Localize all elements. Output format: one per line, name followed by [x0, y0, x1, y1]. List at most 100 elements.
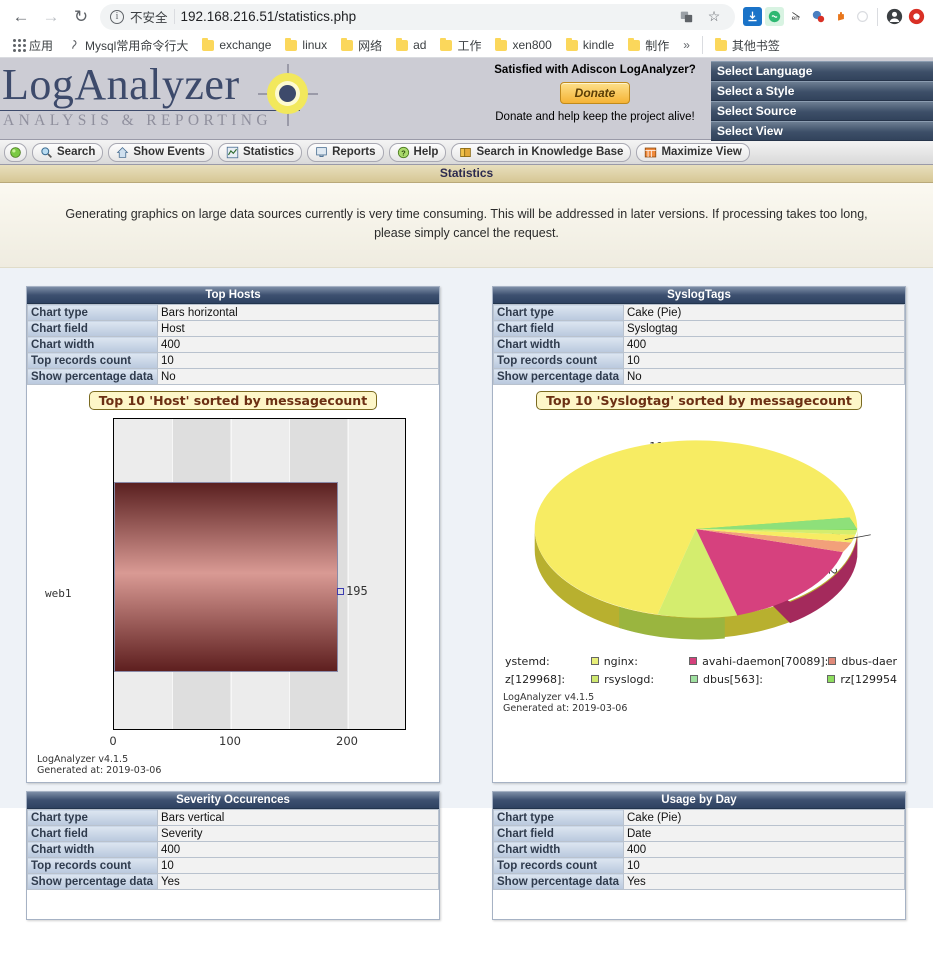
bookmark-item[interactable]: Mysql常用命令行大: [60, 35, 195, 56]
bar-chart-axes: [113, 418, 406, 730]
panel-top-hosts: Top Hosts Chart type Bars horizontal Cha…: [26, 286, 440, 783]
bookmark-item[interactable]: 工作: [433, 35, 488, 56]
chart-footer-version: LogAnalyzer v4.1.5: [37, 754, 129, 765]
prop-label-chart-type: Chart type: [493, 304, 624, 321]
bookmark-item[interactable]: 网络: [334, 35, 389, 56]
panel-properties-table: Chart type Cake (Pie) Chart field Date C…: [493, 809, 905, 890]
prop-label-show-percentage: Show percentage data: [493, 368, 624, 385]
legend-swatch-icon: [590, 657, 599, 665]
chart-footer: LogAnalyzer v4.1.5 Generated at: 2019-03…: [35, 750, 431, 778]
panel-title: Usage by Day: [493, 792, 905, 809]
folder-icon: [714, 37, 727, 51]
legend-item: ystemd:: [505, 655, 591, 668]
select-source-menu[interactable]: Select Source: [711, 101, 933, 121]
help-button[interactable]: ? Help: [388, 142, 447, 162]
prop-label-chart-width: Chart width: [27, 841, 158, 858]
maximize-view-button-label: Maximize View: [661, 146, 742, 158]
chrome-divider: [877, 7, 878, 26]
panel-properties-table: Chart type Bars horizontal Chart field H…: [27, 304, 439, 385]
help-circle-icon: ?: [397, 146, 409, 158]
statistics-button[interactable]: Statistics: [217, 142, 303, 162]
bookmark-item[interactable]: exchange: [195, 36, 278, 54]
panel-title: Severity Occurences: [27, 792, 439, 809]
folder-icon: [285, 37, 298, 51]
browser-chrome: ← → ↻ i 不安全 192.168.216.51/statistics.ph…: [0, 0, 933, 58]
legend-item: rsyslogd:: [591, 673, 690, 686]
show-events-button[interactable]: Show Events: [108, 142, 213, 162]
search-kb-button-label: Search in Knowledge Base: [476, 146, 624, 158]
prop-value-top-records: 10: [623, 352, 905, 369]
legend-swatch-icon: [827, 675, 836, 683]
prop-value-chart-width: 400: [623, 841, 905, 858]
bookmark-apps[interactable]: 应用: [6, 35, 60, 56]
statistics-content: Top Hosts Chart type Bars horizontal Cha…: [0, 268, 933, 920]
prop-label-chart-width: Chart width: [27, 336, 158, 353]
table-row: Top records count 10: [493, 857, 905, 874]
shield-green-icon[interactable]: [765, 7, 784, 26]
prop-value-top-records: 10: [623, 857, 905, 874]
folder-icon: [341, 37, 354, 51]
hand-orange-icon[interactable]: [831, 7, 850, 26]
other-bookmarks-button[interactable]: 其他书签: [708, 35, 787, 56]
select-language-menu[interactable]: Select Language: [711, 61, 933, 81]
select-view-menu[interactable]: Select View: [711, 121, 933, 141]
extension-icons: en: [741, 7, 872, 26]
legend-label: ystemd:: [505, 654, 550, 668]
search-button[interactable]: Search: [32, 142, 104, 162]
folder-icon: [202, 37, 215, 51]
bookmark-item[interactable]: linux: [278, 36, 334, 54]
chart-footer-version: LogAnalyzer v4.1.5: [503, 692, 595, 703]
reload-icon[interactable]: ↻: [66, 2, 96, 32]
star-icon[interactable]: ☆: [703, 6, 725, 28]
bookmark-item[interactable]: xen800: [488, 36, 558, 54]
prop-label-show-percentage: Show percentage data: [27, 368, 158, 385]
chrome-menu-icon[interactable]: [905, 6, 927, 28]
pie-chart-container: Top 10 'Syslogtag' sorted by messagecoun…: [493, 385, 905, 720]
download-icon[interactable]: [743, 7, 762, 26]
legend-item: rz[129954: [827, 673, 897, 686]
folder-icon: [565, 37, 578, 51]
prop-value-chart-type: Bars vertical: [157, 809, 439, 826]
x-tick: 100: [219, 734, 241, 748]
apps-grid-icon: [13, 38, 26, 52]
profile-avatar-icon[interactable]: [883, 6, 905, 28]
bookmark-item[interactable]: kindle: [559, 36, 621, 54]
en-translate-icon[interactable]: en: [787, 7, 806, 26]
table-row: Chart field Syslogtag: [493, 320, 905, 337]
app-logo-title: LogAnalyzer: [0, 60, 300, 111]
notice-text: Generating graphics on large data source…: [0, 183, 933, 268]
panel-syslogtags: SyslogTags Chart type Cake (Pie) Chart f…: [492, 286, 906, 783]
prop-value-chart-type: Cake (Pie): [623, 809, 905, 826]
back-arrow-icon[interactable]: ←: [6, 2, 36, 32]
translate-icon[interactable]: [675, 6, 697, 28]
info-gray-icon[interactable]: [853, 7, 872, 26]
panel-severity-occurences: Severity Occurences Chart type Bars vert…: [26, 791, 440, 920]
bookmark-label: 应用: [29, 38, 54, 53]
address-bar[interactable]: i 不安全 192.168.216.51/statistics.php ☆: [100, 3, 735, 30]
donate-button[interactable]: Donate: [559, 82, 631, 104]
reports-button[interactable]: Reports: [307, 142, 384, 162]
legend-item: dbus[563]:: [690, 673, 827, 686]
site-info-icon[interactable]: i: [110, 9, 124, 24]
select-style-menu[interactable]: Select a Style: [711, 81, 933, 101]
table-row: Chart field Date: [493, 825, 905, 842]
bookmark-item[interactable]: 制作: [621, 35, 676, 56]
antivirus-icon[interactable]: [809, 7, 828, 26]
prop-label-top-records: Top records count: [493, 857, 624, 874]
page-icon: [72, 39, 77, 49]
status-indicator-button[interactable]: [4, 142, 27, 162]
panel-row-top: Top Hosts Chart type Bars horizontal Cha…: [0, 286, 933, 783]
bookmark-label: Mysql常用命令行大: [85, 38, 189, 53]
prop-label-top-records: Top records count: [27, 352, 158, 369]
security-label: 不安全: [130, 11, 168, 25]
table-row: Show percentage data No: [27, 368, 439, 385]
search-knowledge-base-button[interactable]: Search in Knowledge Base: [451, 142, 632, 162]
prop-label-chart-field: Chart field: [27, 825, 158, 842]
panel-usage-by-day: Usage by Day Chart type Cake (Pie) Chart…: [492, 791, 906, 920]
forward-arrow-icon[interactable]: →: [36, 2, 66, 32]
maximize-view-button[interactable]: Maximize View: [636, 142, 750, 162]
bookmarks-bar: 应用 Mysql常用命令行大 exchange linux 网络 ad 工作 x…: [0, 33, 933, 58]
bookmarks-overflow-button[interactable]: »: [676, 36, 697, 54]
app-logo[interactable]: LogAnalyzer ANALYSIS & REPORTING: [0, 60, 300, 130]
bookmark-item[interactable]: ad: [389, 36, 433, 54]
